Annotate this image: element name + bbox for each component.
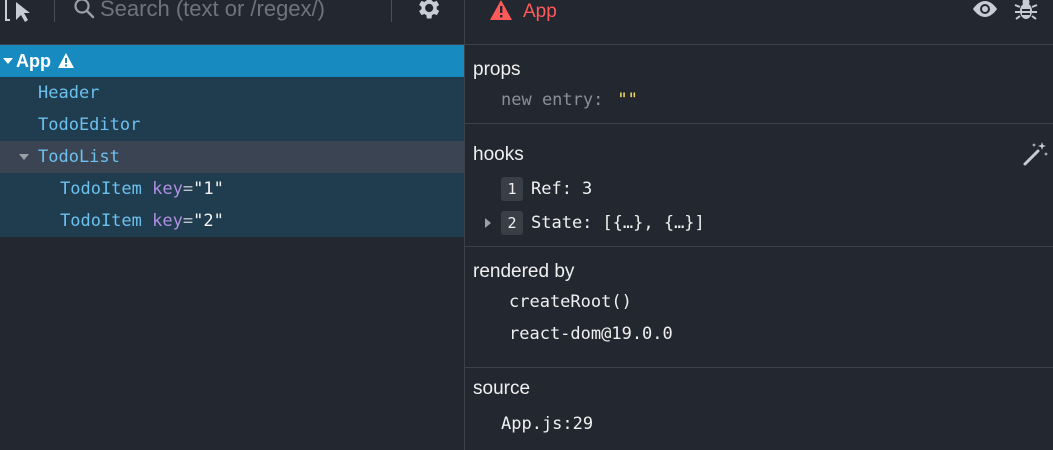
source-section: source App.js:29	[465, 368, 1053, 450]
key-attr-value: "1"	[193, 179, 224, 199]
tree-item-todoitem-2[interactable]: TodoItem key="2"	[0, 205, 464, 237]
magic-wand-icon[interactable]	[1021, 140, 1049, 168]
new-entry-value[interactable]: ""	[617, 90, 637, 110]
hook-value: [{…}, {…}]	[602, 213, 705, 233]
tree-toolbar	[0, 0, 464, 45]
tree-item-app[interactable]: App	[0, 45, 464, 77]
caret-down-icon[interactable]	[18, 141, 30, 173]
component-tree-pane: App Header TodoEditor TodoList	[0, 0, 464, 450]
key-attr-value: "2"	[193, 211, 224, 231]
prop-colon: :	[593, 90, 604, 110]
hook-value: 3	[581, 179, 593, 199]
warning-triangle-icon	[58, 53, 74, 68]
rendered-by-item: createRoot()	[509, 292, 632, 312]
tree-item-label: TodoItem	[60, 179, 142, 199]
hooks-section: hooks 1 Ref: 3 2 State: [{…}, {…}]	[465, 124, 1053, 247]
source-location-link[interactable]: App.js:29	[501, 414, 593, 434]
toolbar-divider	[391, 0, 392, 22]
rendered-by-title: rendered by	[473, 261, 575, 282]
rendered-by-item: react-dom@19.0.0	[509, 324, 673, 344]
hook-row-ref[interactable]: 1 Ref: 3	[501, 176, 592, 202]
hook-index-badge: 2	[501, 211, 523, 235]
tree-item-label: TodoEditor	[38, 115, 141, 135]
rendered-by-section: rendered by createRoot() react-dom@19.0.…	[465, 247, 1053, 368]
search-input[interactable]	[100, 0, 380, 25]
tree-item-label: App	[16, 51, 51, 71]
toolbar-divider	[54, 0, 55, 22]
select-element-icon[interactable]	[2, 0, 36, 24]
tree-item-label: TodoList	[38, 147, 120, 167]
new-entry-key[interactable]: new entry	[501, 90, 593, 110]
tree-item-header[interactable]: Header	[0, 77, 464, 109]
props-section: props new entry: ""	[465, 45, 1053, 124]
caret-down-icon[interactable]	[2, 45, 14, 77]
tree-item-label-group: TodoItem key="1"	[60, 173, 224, 205]
bug-icon[interactable]	[1013, 0, 1039, 22]
tree-item-label-group: TodoItem key="2"	[60, 205, 224, 237]
key-attr-name: key	[152, 211, 183, 231]
gear-icon[interactable]	[414, 0, 442, 22]
tree-item-label: Header	[38, 83, 100, 103]
new-entry-row[interactable]: new entry: ""	[501, 90, 638, 110]
source-title: source	[473, 378, 531, 399]
eye-icon[interactable]	[970, 0, 1000, 21]
selected-component-name: App	[523, 1, 557, 22]
devtools-components-panel: App Header TodoEditor TodoList	[0, 0, 1053, 450]
tree-item-label: TodoItem	[60, 211, 142, 231]
key-attr-equals: =	[182, 179, 194, 199]
hook-index-badge: 1	[501, 177, 523, 201]
inspector-header: App	[465, 0, 1053, 45]
hooks-title: hooks	[473, 144, 524, 165]
tree-item-todoitem-1[interactable]: TodoItem key="1"	[0, 173, 464, 205]
warning-triangle-icon	[490, 0, 512, 20]
tree-item-todolist[interactable]: TodoList	[0, 141, 464, 173]
key-attr-name: key	[152, 179, 183, 199]
props-title: props	[473, 59, 521, 80]
inspector-pane: App props new entry: "" hooks 1 Ref: 3 2…	[464, 0, 1053, 450]
caret-right-icon[interactable]	[483, 216, 493, 230]
hook-name: Ref:	[531, 179, 572, 199]
key-attr-equals: =	[182, 211, 194, 231]
component-tree: App Header TodoEditor TodoList TodoItem …	[0, 45, 464, 237]
hook-row-state[interactable]: 2 State: [{…}, {…}]	[485, 210, 705, 236]
search-icon	[74, 0, 95, 19]
tree-item-todoeditor[interactable]: TodoEditor	[0, 109, 464, 141]
hook-name: State:	[531, 213, 593, 233]
